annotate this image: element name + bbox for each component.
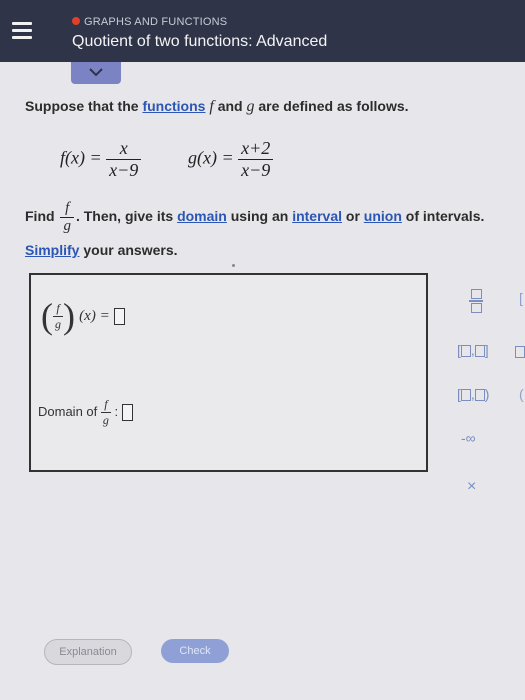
fraction-icon (469, 288, 483, 314)
negative-infinity-button[interactable]: -∞ (461, 430, 476, 446)
domain-input[interactable] (121, 404, 133, 421)
problem-statement: Suppose that the functions f and g are d… (25, 98, 409, 115)
g-definition: g(x) = x+2 x−9 (188, 138, 274, 181)
simplify-link[interactable]: Simplify (25, 242, 79, 258)
divider-dot (232, 264, 235, 267)
quotient-input[interactable] (113, 307, 125, 325)
f-fraction: x x−9 (106, 138, 142, 181)
hamburger-menu-icon[interactable] (12, 22, 32, 40)
palette-edge-bracket[interactable]: [ (519, 290, 523, 306)
math-palette: [ [,] [,) ( -∞ × (445, 278, 525, 508)
domain-answer-line: Domain of fg : (38, 397, 133, 428)
section-dot-icon (72, 17, 80, 25)
instruction-text: Find f g . Then, give its domain using a… (25, 200, 485, 235)
explanation-button[interactable]: Explanation (44, 639, 132, 665)
f-definition: f(x) = x x−9 (60, 138, 142, 181)
union-link[interactable]: union (364, 208, 402, 224)
app-header: GRAPHS AND FUNCTIONS Quotient of two fun… (0, 0, 525, 62)
chevron-down-icon (89, 68, 103, 77)
open-interval-button[interactable]: [,) (457, 386, 489, 402)
section-label: GRAPHS AND FUNCTIONS (72, 16, 227, 28)
palette-edge-box[interactable] (515, 343, 525, 359)
clear-button[interactable]: × (467, 478, 476, 496)
answer-box: (f g) (x) = Domain of fg : (29, 273, 428, 472)
f-over-g-fraction: f g (60, 200, 74, 235)
page-title: Quotient of two functions: Advanced (72, 33, 328, 50)
simplify-instruction: Simplify your answers. (25, 242, 178, 258)
answer-fraction: fg (53, 300, 63, 331)
closed-interval-button[interactable]: [,] (457, 342, 489, 358)
g-fraction: x+2 x−9 (238, 138, 274, 181)
check-button[interactable]: Check (161, 639, 229, 663)
palette-edge-paren[interactable]: ( (519, 386, 524, 402)
interval-link[interactable]: interval (292, 208, 342, 224)
quotient-answer-line: (f g) (x) = (41, 295, 125, 337)
domain-link[interactable]: domain (177, 208, 227, 224)
domain-fraction: fg (100, 397, 111, 427)
functions-link[interactable]: functions (142, 98, 205, 114)
collapse-toggle-button[interactable] (71, 62, 121, 84)
fraction-button[interactable] (469, 288, 483, 317)
